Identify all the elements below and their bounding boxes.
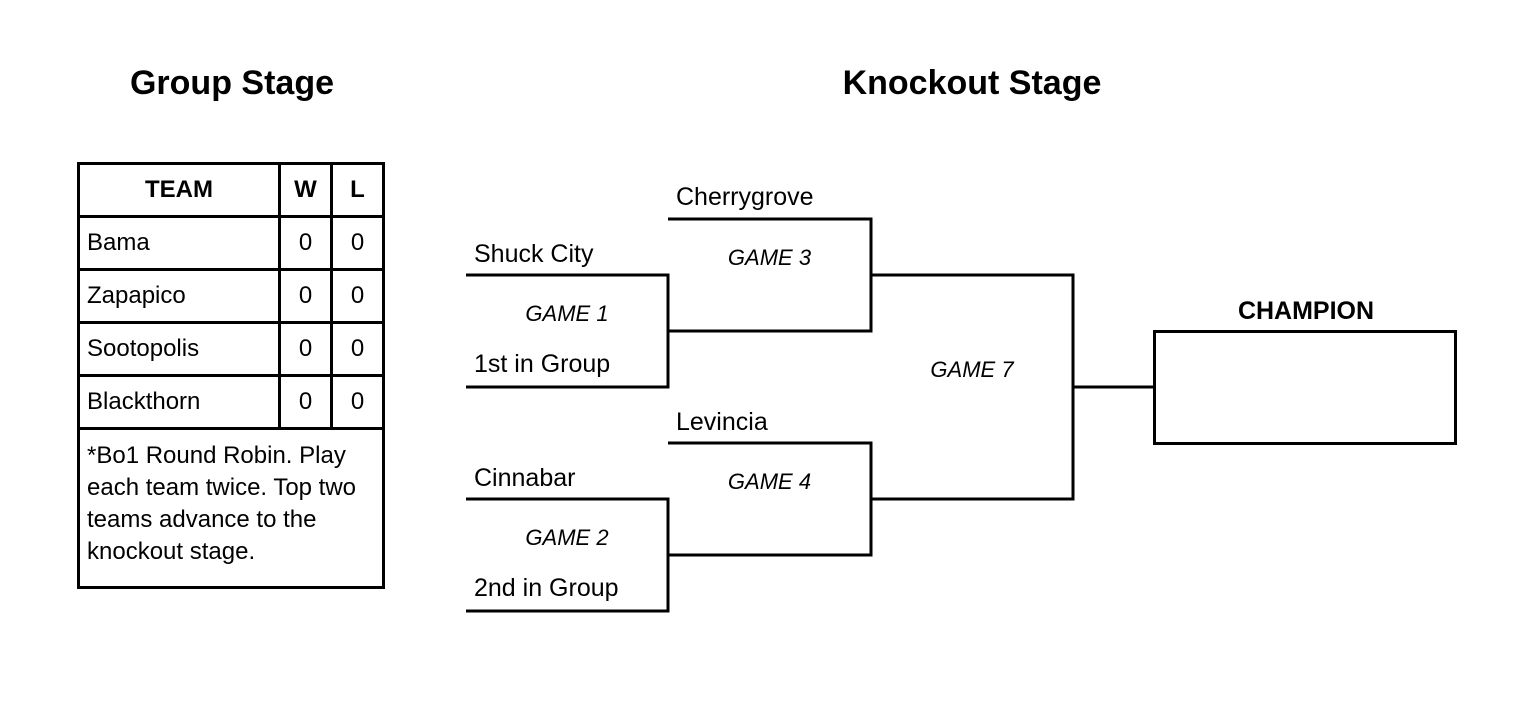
game7-bracket [871,273,1075,501]
game3-top-team: Cherrygrove [676,183,814,211]
game2-label: GAME 2 [525,525,609,550]
game2-top-team: Cinnabar [474,464,576,492]
game4-label: GAME 4 [727,469,812,494]
game1-bottom-team: 1st in Group [474,350,611,378]
game4-bracket [668,441,873,557]
game3-bracket [668,217,873,333]
champion-label: CHAMPION [1237,297,1375,325]
game3-label: GAME 3 [727,245,812,270]
champion-box [1153,330,1457,445]
game2-bottom-team: 2nd in Group [474,574,619,602]
game4-top-team: Levincia [676,408,768,436]
game1-top-team: Shuck City [474,240,594,268]
game7-label: GAME 7 [930,357,1014,382]
game1-label: GAME 1 [525,301,609,326]
